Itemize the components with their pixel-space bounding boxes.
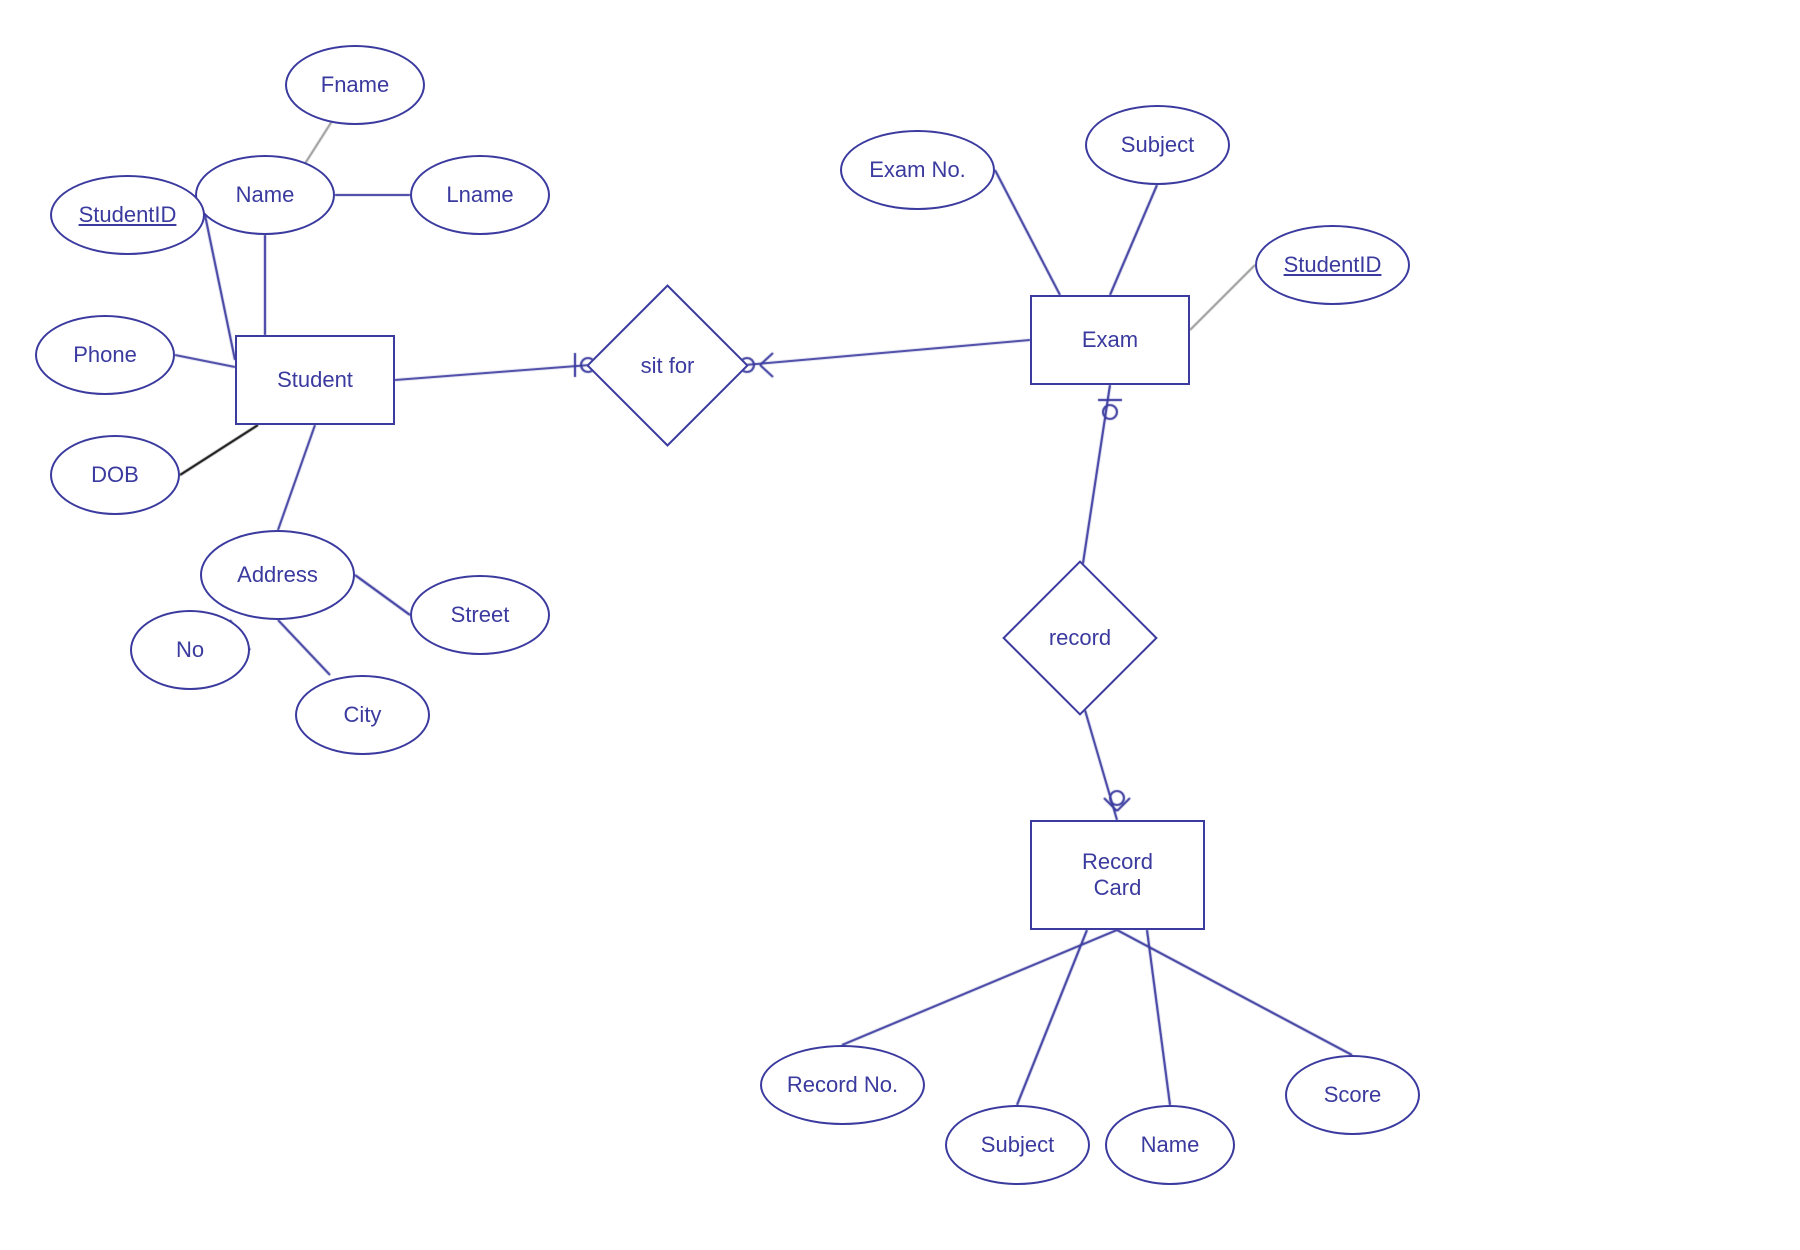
attr-studentid-student: StudentID — [50, 175, 205, 255]
attr-record-no: Record No. — [760, 1045, 925, 1125]
entity-record-card-label: Record Card — [1082, 849, 1153, 901]
attr-no-label: No — [176, 637, 204, 663]
attr-lname: Lname — [410, 155, 550, 235]
entity-student-label: Student — [277, 367, 353, 393]
attr-name-label: Name — [236, 182, 295, 208]
entity-exam: Exam — [1030, 295, 1190, 385]
attr-studentid-exam: StudentID — [1255, 225, 1410, 305]
attr-name-rc: Name — [1105, 1105, 1235, 1185]
attr-lname-label: Lname — [446, 182, 513, 208]
attr-exam-no: Exam No. — [840, 130, 995, 210]
attr-score: Score — [1285, 1055, 1420, 1135]
attr-record-no-label: Record No. — [787, 1072, 898, 1098]
attr-exam-no-label: Exam No. — [869, 157, 966, 183]
attr-phone-label: Phone — [73, 342, 137, 368]
attr-dob-label: DOB — [91, 462, 139, 488]
attr-address: Address — [200, 530, 355, 620]
attr-score-label: Score — [1324, 1082, 1381, 1108]
entity-student: Student — [235, 335, 395, 425]
attr-fname-label: Fname — [321, 72, 389, 98]
attr-no: No — [130, 610, 250, 690]
attr-studentid-student-label: StudentID — [79, 202, 177, 228]
attr-city-label: City — [344, 702, 382, 728]
attr-city: City — [295, 675, 430, 755]
attr-phone: Phone — [35, 315, 175, 395]
attr-fname: Fname — [285, 45, 425, 125]
attr-subject-rc-label: Subject — [981, 1132, 1054, 1158]
attr-name: Name — [195, 155, 335, 235]
attr-subject-rc: Subject — [945, 1105, 1090, 1185]
er-diagram: Student Exam Record Card Fname Name Lnam… — [0, 0, 1800, 1250]
attr-street-label: Street — [451, 602, 510, 628]
attr-subject-exam-label: Subject — [1121, 132, 1194, 158]
attr-dob: DOB — [50, 435, 180, 515]
attr-street: Street — [410, 575, 550, 655]
attr-subject-exam: Subject — [1085, 105, 1230, 185]
entity-exam-label: Exam — [1082, 327, 1138, 353]
attr-name-rc-label: Name — [1141, 1132, 1200, 1158]
attr-studentid-exam-label: StudentID — [1284, 252, 1382, 278]
entity-record-card: Record Card — [1030, 820, 1205, 930]
attr-address-label: Address — [237, 562, 318, 588]
